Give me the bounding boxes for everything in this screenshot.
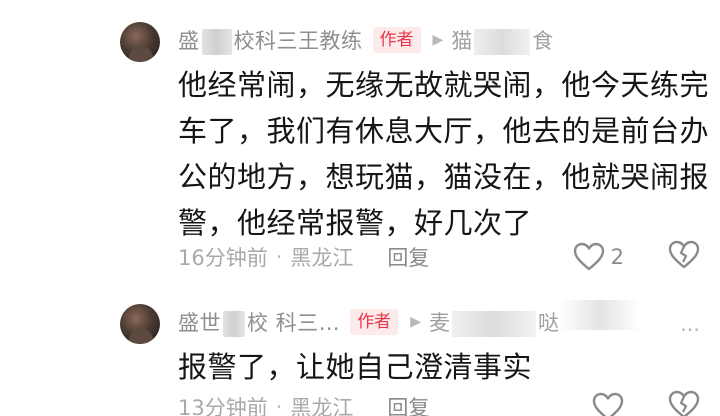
- comment-header: 盛世校 科三… 作者 ▶ 麦哒: [178, 306, 559, 338]
- reply-arrow-icon: ▶: [410, 314, 421, 330]
- author-badge: 作者: [350, 309, 399, 335]
- redaction-blur: [451, 311, 536, 337]
- comment-meta: 13分钟前 · 黑龙江 回复: [178, 392, 429, 416]
- heart-icon: [592, 392, 624, 416]
- reply-arrow-icon: ▶: [432, 32, 444, 48]
- username-suffix: 校科三王教练: [233, 29, 363, 53]
- like-count: 2: [610, 245, 624, 269]
- username-prefix: 盛世: [178, 311, 221, 335]
- comment-time: 13分钟前: [178, 396, 268, 416]
- avatar[interactable]: [120, 22, 160, 62]
- reply-button[interactable]: 回复: [387, 392, 429, 416]
- meta-separator: ·: [275, 395, 283, 416]
- redaction-blur: [474, 29, 531, 55]
- reply-button[interactable]: 回复: [387, 242, 429, 272]
- like-button[interactable]: [592, 392, 624, 416]
- avatar[interactable]: [120, 304, 160, 344]
- comment-text: 报警了，让她自己澄清事实: [178, 350, 533, 384]
- reply-target-name[interactable]: 猫食: [451, 25, 553, 55]
- comment-time: 16分钟前: [178, 246, 268, 270]
- redaction-blur: [560, 300, 640, 330]
- comment-meta: 16分钟前 · 黑龙江 回复: [178, 242, 429, 272]
- username[interactable]: 盛世 校 科三…: [178, 307, 340, 337]
- comment-text: 他经常闹，无缘无故就哭闹，他今天练完车了，我们有休息大厅，他去的是前台办公的地方…: [178, 68, 710, 240]
- comment-location: 黑龙江: [290, 246, 354, 270]
- reply-target-prefix: 猫: [451, 29, 473, 53]
- reply-target-suffix: 食: [532, 29, 554, 53]
- username-suffix: 校 科三…: [247, 311, 341, 335]
- redaction-blur: [223, 311, 245, 337]
- reply-target-prefix: 麦: [428, 311, 450, 335]
- dislike-button[interactable]: [668, 240, 700, 274]
- comment-thread: 盛校科三王教练 作者 ▶ 猫食 他经常闹，无缘无故就哭闹，他今天练完车了，我们有…: [0, 0, 720, 416]
- author-badge: 作者: [372, 27, 421, 53]
- like-button[interactable]: 2: [573, 242, 624, 272]
- comment-location: 黑龙江: [290, 396, 354, 416]
- heart-icon: [573, 242, 604, 271]
- reply-target-name[interactable]: 麦哒: [429, 307, 559, 337]
- broken-heart-icon: [668, 390, 700, 416]
- meta-separator: ·: [275, 245, 283, 269]
- comment-header: 盛校科三王教练 作者 ▶ 猫食: [178, 24, 553, 56]
- dislike-button[interactable]: [668, 390, 700, 416]
- reply-target-suffix: 哒: [537, 311, 559, 335]
- broken-heart-icon: [668, 240, 700, 269]
- redaction-blur: [201, 29, 232, 55]
- username[interactable]: 盛 校科三王教练: [178, 25, 363, 55]
- more-options-icon[interactable]: …: [680, 312, 702, 336]
- comment-actions: 2: [573, 240, 720, 274]
- username-prefix: 盛: [178, 29, 200, 53]
- comment-actions: [592, 390, 720, 416]
